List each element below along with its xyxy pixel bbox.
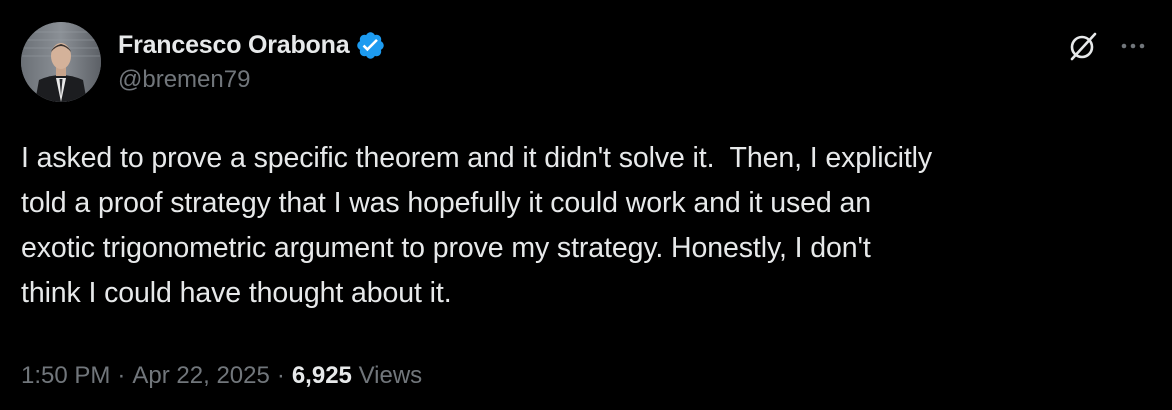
grok-icon[interactable] — [1066, 29, 1100, 63]
tweet-text: I asked to prove a specific theorem and … — [21, 142, 933, 309]
author-display-name[interactable]: Francesco Orabona — [118, 31, 350, 60]
views-label: Views — [358, 362, 423, 389]
more-options-icon[interactable] — [1118, 31, 1148, 61]
meta-separator: · — [276, 362, 285, 389]
author-name-row: Francesco Orabona — [118, 28, 386, 62]
tweet-header: Francesco Orabona @bremen79 — [118, 28, 386, 94]
views-label-spacer — [352, 362, 359, 390]
views-count[interactable]: 6,925 — [292, 362, 352, 390]
tweet-metadata: 1:50 PM · Apr 22, 2025 · 6,925 Views — [21, 362, 422, 390]
tweet-date[interactable]: Apr 22, 2025 — [132, 362, 269, 390]
meta-separator: · — [117, 362, 126, 389]
verified-badge-icon — [355, 30, 386, 61]
avatar[interactable] — [21, 22, 101, 102]
tweet-card: Francesco Orabona @bremen79 I asked to p… — [0, 0, 1172, 410]
author-handle[interactable]: @bremen79 — [118, 66, 386, 94]
tweet-time[interactable]: 1:50 PM — [21, 362, 110, 390]
